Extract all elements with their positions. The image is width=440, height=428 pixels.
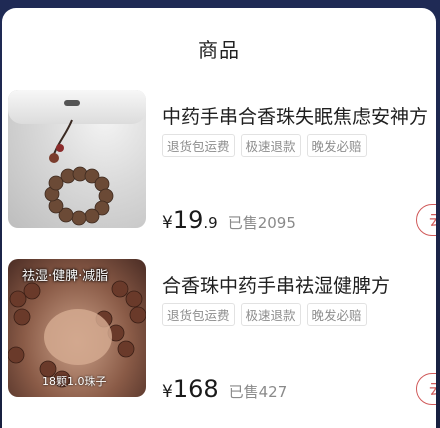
tag-free-return-shipping: 退货包运费 (162, 134, 235, 157)
service-tags: 退货包运费 极速退款 晚发必赔 (162, 134, 367, 157)
product-thumbnail[interactable] (8, 90, 146, 228)
product-item[interactable]: 中药手串合香珠失眠焦虑安神方 退货包运费 极速退款 晚发必赔 ¥ 19 .9 已… (2, 90, 436, 240)
price-integer: 19 (172, 206, 204, 234)
image-overlay-text: 祛湿·健脾·减脂 (22, 269, 109, 284)
product-title[interactable]: 中药手串合香珠失眠焦虑安神方 (162, 102, 432, 129)
product-sheet: 商品 中药手串合香珠失眠焦虑安神方 退货包运费 极速退款 晚发必赔 ¥ 19 .… (2, 8, 436, 428)
sheet-title: 商品 (198, 38, 240, 62)
service-tags: 退货包运费 极速退款 晚发必赔 (162, 303, 367, 326)
sold-count: 已售2095 (227, 214, 296, 232)
tag-fast-refund: 极速退款 (240, 134, 301, 157)
sold-count: 已售427 (228, 383, 288, 401)
image-bottom-text: 18颗1.0珠子 (42, 375, 107, 388)
bead-bracelet-image (44, 119, 114, 226)
tag-late-ship-compensation: 晚发必赔 (306, 303, 367, 326)
product-item[interactable]: 祛湿·健脾·减脂 18颗1.0珠子 合香珠中药手串祛湿健脾方 退货包运费 极速退… (2, 259, 436, 409)
price-integer: 168 (172, 375, 219, 403)
product-thumbnail[interactable]: 祛湿·健脾·减脂 18颗1.0珠子 (8, 259, 146, 397)
product-title[interactable]: 合香珠中药手串祛湿健脾方 (162, 271, 432, 298)
tag-fast-refund: 极速退款 (240, 303, 301, 326)
price-row: ¥ 19 .9 已售2095 (162, 206, 296, 234)
tag-free-return-shipping: 退货包运费 (162, 303, 235, 326)
go-buy-button[interactable]: 去 (416, 204, 436, 236)
tag-late-ship-compensation: 晚发必赔 (306, 134, 367, 157)
price-decimal: .9 (203, 214, 218, 232)
currency-symbol: ¥ (162, 213, 173, 233)
price-row: ¥ 168 已售427 (162, 375, 287, 403)
currency-symbol: ¥ (162, 382, 173, 402)
go-buy-button[interactable]: 去 (416, 373, 436, 405)
